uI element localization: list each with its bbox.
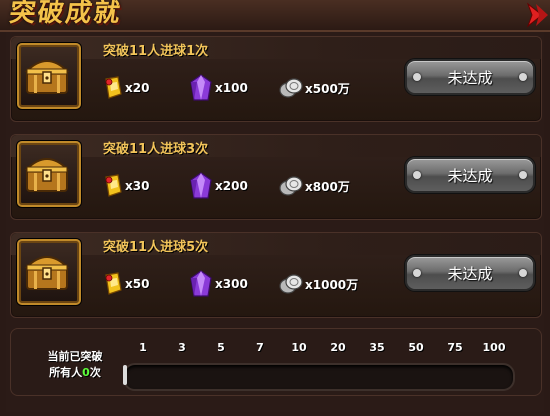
progress-tick-label: 3 [178,341,186,354]
achievement-card: 突破11人进球5次 x50 x300 x1000万 未达成 [10,232,542,318]
progress-tick-label: 35 [369,341,385,354]
purple-gem-icon [190,270,212,297]
reward-gem: x100 [189,74,248,101]
silver-coins-icon [279,176,303,196]
progress-tick-label: 10 [291,341,307,354]
progress-bar [123,363,515,391]
reward-gem: x300 [189,270,248,297]
reward-coins: x1000万 [279,271,358,297]
achievement-title: 突破11人进球5次 [103,240,209,255]
progress-tick-label: 7 [256,341,264,354]
ticket-icon [105,272,122,295]
achievement-panel: 突破11人进球1次 x20 x100 x500万 未达成 突破11人进球3次 x… [6,32,544,412]
silver-coins-icon [279,274,303,294]
progress-count: 0 [82,366,90,379]
not-achieved-button[interactable]: 未达成 [405,157,535,193]
not-achieved-button[interactable]: 未达成 [405,255,535,291]
silver-coins-icon [279,78,303,98]
progress-tick-label: 1 [139,341,147,354]
progress-tick-label: 50 [408,341,424,354]
reward-coins: x800万 [279,173,350,199]
reward-gem: x200 [189,172,248,199]
treasure-chest-icon [17,43,81,109]
progress-tick-label: 20 [330,341,346,354]
page-title: 突破成就 [7,0,124,28]
achievement-card: 突破11人进球3次 x30 x200 x800万 未达成 [10,134,542,220]
ticket-icon [105,76,122,99]
treasure-chest-icon [17,239,81,305]
achievement-title: 突破11人进球3次 [103,142,209,157]
not-achieved-button[interactable]: 未达成 [405,59,535,95]
progress-tick-label: 100 [482,341,506,354]
header-bar: 突破成就 [0,0,550,32]
achievement-card: 突破11人进球1次 x20 x100 x500万 未达成 [10,36,542,122]
reward-ticket: x30 [103,173,149,199]
ticket-icon [105,174,122,197]
progress-start-marker [123,365,127,385]
close-arrow-icon[interactable] [520,0,550,30]
treasure-chest-icon [17,141,81,207]
progress-label: 当前已突破 所有人0次 [47,350,103,379]
purple-gem-icon [190,172,212,199]
reward-ticket: x20 [103,75,149,101]
progress-tick-label: 75 [447,341,463,354]
reward-ticket: x50 [103,271,149,297]
progress-section: 当前已突破 所有人0次 1 3 5 7 10 20 35 50 75 100 [10,328,542,396]
reward-coins: x500万 [279,75,350,101]
achievement-title: 突破11人进球1次 [103,44,209,59]
purple-gem-icon [190,74,212,101]
progress-tick-label: 5 [217,341,225,354]
